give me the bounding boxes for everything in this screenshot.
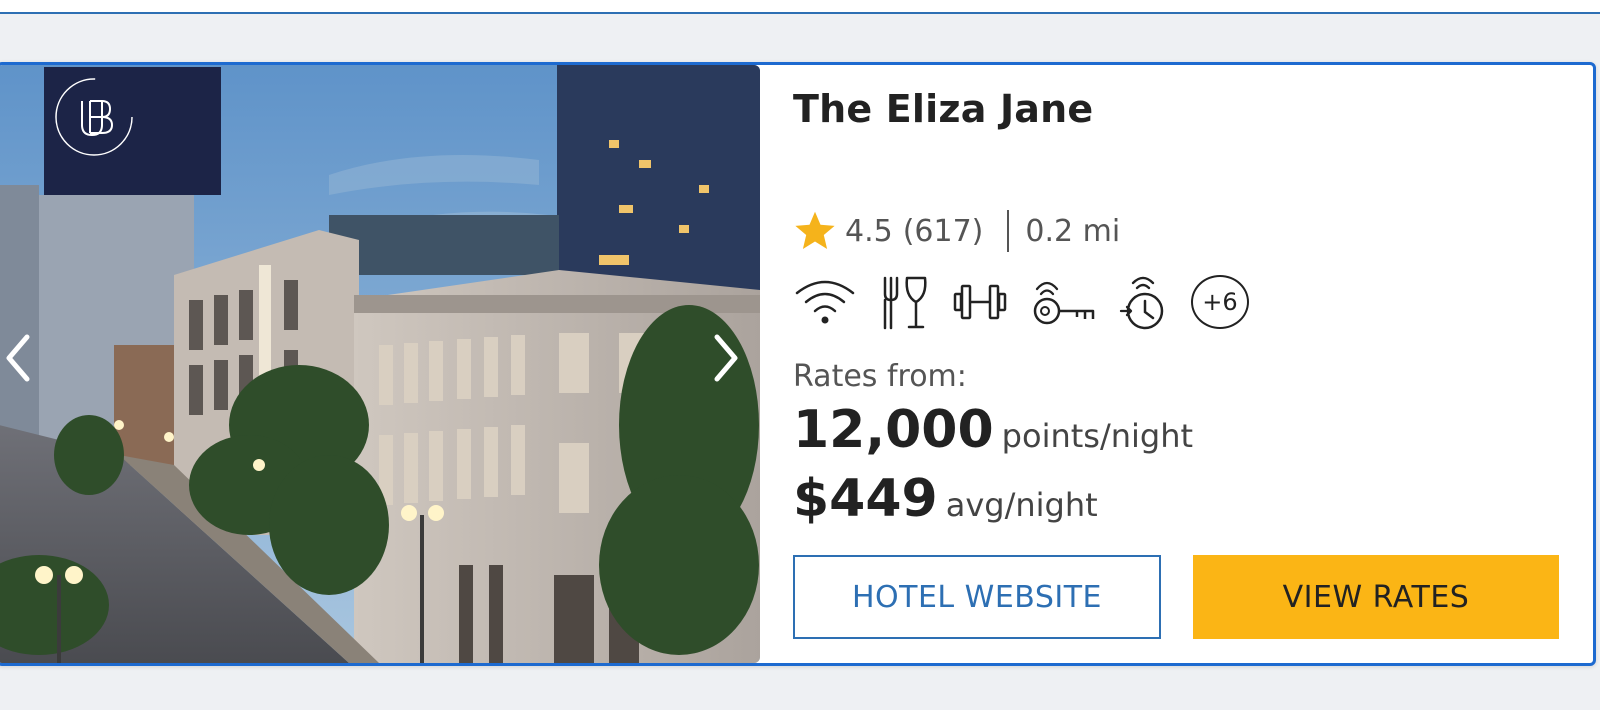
cash-unit: avg/night (945, 486, 1098, 524)
fitness-amenity[interactable] (951, 272, 1009, 332)
top-header-strip (0, 0, 1600, 14)
dining-amenity[interactable] (879, 272, 929, 332)
cash-price: $449 avg/night (793, 469, 1098, 529)
points-price: 12,000 points/night (793, 400, 1193, 460)
express-checkout-icon (1119, 276, 1164, 330)
chevron-left-icon (6, 334, 30, 382)
express-checkout-amenity[interactable] (1119, 272, 1169, 332)
fitness-icon (953, 284, 1007, 320)
wifi-amenity[interactable] (793, 272, 857, 332)
hotel-info-panel: The Eliza Jane 4.5 (617) 0.2 mi +6 Rates… (793, 65, 1593, 663)
hotel-result-card: The Eliza Jane 4.5 (617) 0.2 mi +6 Rates… (0, 62, 1596, 666)
brand-logo (44, 67, 221, 195)
cash-value: $449 (793, 469, 938, 529)
unbound-collection-logo-icon (55, 78, 133, 156)
rating-value: 4.5 (845, 213, 893, 249)
star-icon (795, 211, 835, 249)
digital-key-amenity[interactable] (1031, 272, 1097, 332)
points-unit: points/night (1001, 417, 1194, 455)
review-count-link[interactable]: (617) (903, 214, 984, 249)
hotel-photo-carousel[interactable] (0, 65, 760, 663)
distance-text: 0.2 mi (1025, 213, 1121, 249)
more-amenities-button[interactable]: +6 (1191, 275, 1249, 329)
wifi-icon (795, 280, 855, 324)
rating-divider (1007, 210, 1010, 252)
hotel-website-button[interactable]: HOTEL WEBSITE (793, 555, 1161, 639)
carousel-next-button[interactable] (711, 333, 755, 393)
dining-icon (883, 276, 927, 330)
view-rates-button[interactable]: VIEW RATES (1193, 555, 1559, 639)
amenities-row: +6 (793, 272, 1249, 332)
rates-from-label: Rates from: (793, 359, 967, 394)
chevron-right-icon (714, 334, 738, 382)
digital-key-icon (1033, 281, 1095, 325)
points-value: 12,000 (793, 400, 994, 460)
carousel-prev-button[interactable] (3, 333, 47, 393)
hotel-name-link[interactable]: The Eliza Jane (793, 87, 1093, 131)
rating-row: 4.5 (617) 0.2 mi (793, 208, 1120, 254)
